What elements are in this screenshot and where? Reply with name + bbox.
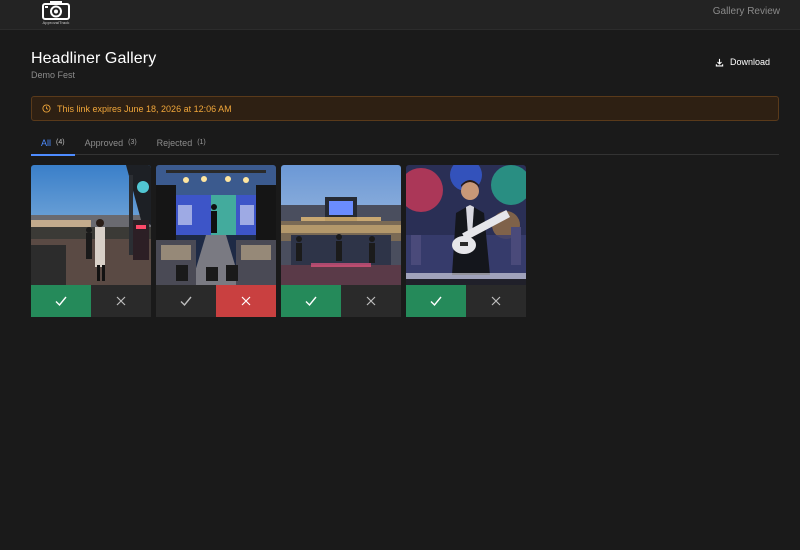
download-button[interactable]: Download [715,55,770,69]
checkmark-icon [180,296,192,307]
close-icon [491,296,501,306]
review-actions [406,285,526,317]
concert-photo-image [156,165,276,285]
download-label: Download [729,57,770,67]
download-icon [715,58,724,66]
tab-approved[interactable]: Approved (3) [75,130,147,155]
review-actions [281,285,401,317]
close-icon [366,296,376,306]
photo-card [281,165,401,317]
top-bar: ApprovalTrack Gallery Review [0,0,800,30]
photo-card [31,165,151,317]
photo-thumbnail[interactable] [281,165,401,285]
tab-rejected[interactable]: Rejected (1) [147,130,216,155]
concert-photo-image [281,165,401,285]
reject-button[interactable] [466,285,526,317]
tab-count: (3) [128,139,137,146]
checkmark-icon [55,296,67,307]
photo-thumbnail[interactable] [406,165,526,285]
checkmark-icon [430,296,442,307]
tab-label: Approved [84,137,124,148]
photo-thumbnail[interactable] [31,165,151,285]
reject-button[interactable] [216,285,276,317]
close-icon [116,296,126,306]
concert-photo-image [406,165,526,285]
review-actions [31,285,151,317]
camera-logo-icon [42,1,70,20]
page-title: Headliner Gallery [31,50,157,67]
concert-photo-image [31,165,151,285]
page-subtitle: Demo Fest [31,70,76,80]
close-icon [241,296,251,306]
header-title: Gallery Review [712,6,780,17]
tab-count: (4) [56,139,65,146]
tab-label: Rejected [156,137,193,148]
checkmark-icon [305,296,317,307]
approve-button[interactable] [31,285,91,317]
expiry-notice: This link expires June 18, 2026 at 12:06… [31,96,779,121]
tab-count: (1) [197,139,206,146]
clock-icon [42,104,51,113]
tab-label: All [41,137,52,148]
reject-button[interactable] [341,285,401,317]
filter-tabs: All (4) Approved (3) Rejected (1) [31,130,779,156]
app-logo[interactable]: ApprovalTrack [40,0,72,26]
photo-card [156,165,276,317]
photo-thumbnail[interactable] [156,165,276,285]
photo-card [406,165,526,317]
expiry-text: This link expires June 18, 2026 at 12:06… [57,103,232,114]
review-actions [156,285,276,317]
logo-text: ApprovalTrack [42,20,70,25]
photo-grid [31,165,526,317]
approve-button[interactable] [281,285,341,317]
approve-button[interactable] [406,285,466,317]
tab-all[interactable]: All (4) [31,130,75,156]
reject-button[interactable] [91,285,151,317]
approve-button[interactable] [156,285,216,317]
